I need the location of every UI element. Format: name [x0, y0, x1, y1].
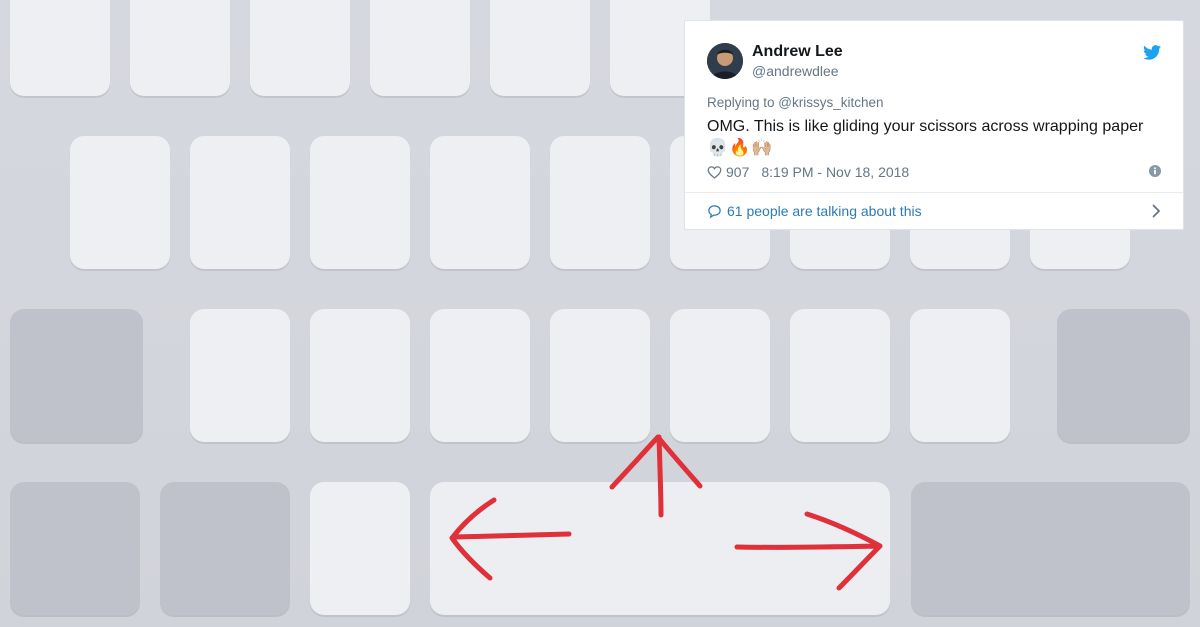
- conversation-count-text[interactable]: 61 people are talking about this: [727, 203, 922, 219]
- keyboard-key: [190, 309, 290, 442]
- keyboard-key: [550, 309, 650, 442]
- keyboard-key: [310, 136, 410, 269]
- twitter-bird-icon[interactable]: [1143, 45, 1161, 60]
- card-divider: [685, 192, 1183, 193]
- tweet-emojis: 💀🔥🙌🏼: [707, 138, 774, 157]
- keyboard-key: [490, 0, 590, 96]
- embedded-tweet-card[interactable]: Andrew Lee @andrewdlee Replying to @kris…: [684, 20, 1184, 230]
- keyboard-key: [70, 136, 170, 269]
- replying-to-line: Replying to @krissys_kitchen: [707, 95, 884, 110]
- keyboard-key: [790, 309, 890, 442]
- conversation-link[interactable]: 61 people are talking about this: [707, 201, 1161, 221]
- keyboard-spacebar: [430, 482, 890, 615]
- tweet-meta: 907 8:19 PM - Nov 18, 2018: [707, 164, 909, 180]
- keyboard-key-globe: [160, 482, 290, 615]
- keyboard-key: [310, 309, 410, 442]
- keyboard-key: [130, 0, 230, 96]
- keyboard-key: [550, 136, 650, 269]
- keyboard-key-mic: [310, 482, 410, 615]
- keyboard-key: [670, 309, 770, 442]
- keyboard-key-delete: [1057, 309, 1190, 442]
- keyboard-key: [190, 136, 290, 269]
- replying-to-label: Replying to: [707, 95, 779, 110]
- keyboard-key: [430, 136, 530, 269]
- author-handle[interactable]: @andrewdlee: [752, 63, 839, 79]
- info-icon[interactable]: [1149, 165, 1161, 177]
- keyboard-key-return: [911, 482, 1190, 615]
- speech-bubble-icon: [708, 204, 721, 219]
- tweet-text: OMG. This is like gliding your scissors …: [707, 118, 1144, 135]
- heart-icon[interactable]: [707, 165, 722, 179]
- keyboard-key: [370, 0, 470, 96]
- like-count[interactable]: 907: [726, 164, 749, 180]
- tweet-timestamp[interactable]: 8:19 PM - Nov 18, 2018: [761, 164, 909, 180]
- keyboard-key: [10, 0, 110, 96]
- author-name[interactable]: Andrew Lee: [752, 43, 843, 61]
- keyboard-key: [250, 0, 350, 96]
- avatar[interactable]: [707, 43, 743, 79]
- keyboard-key-numbers: [10, 482, 140, 615]
- chevron-right-icon[interactable]: [1152, 204, 1161, 218]
- reply-handle-link[interactable]: @krissys_kitchen: [778, 95, 883, 110]
- keyboard-key: [430, 309, 530, 442]
- keyboard-key: [910, 309, 1010, 442]
- keyboard-key-shift: [10, 309, 143, 442]
